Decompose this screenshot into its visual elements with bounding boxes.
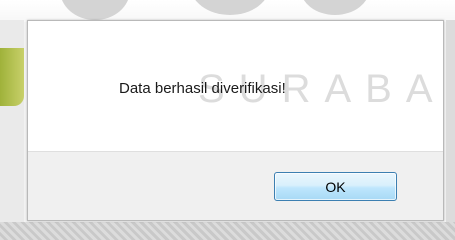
background-footer-stripe <box>0 222 455 240</box>
background-right-edge <box>446 20 455 240</box>
dialog-message-area: SURABA Data berhasil diverifikasi! <box>28 21 443 151</box>
ok-button[interactable]: OK <box>274 172 397 201</box>
dialog-button-bar: OK <box>28 152 443 220</box>
background-green-banner <box>0 48 24 106</box>
dialog-message: Data berhasil diverifikasi! <box>119 80 286 97</box>
alert-dialog: SURABA Data berhasil diverifikasi! OK <box>27 20 444 221</box>
